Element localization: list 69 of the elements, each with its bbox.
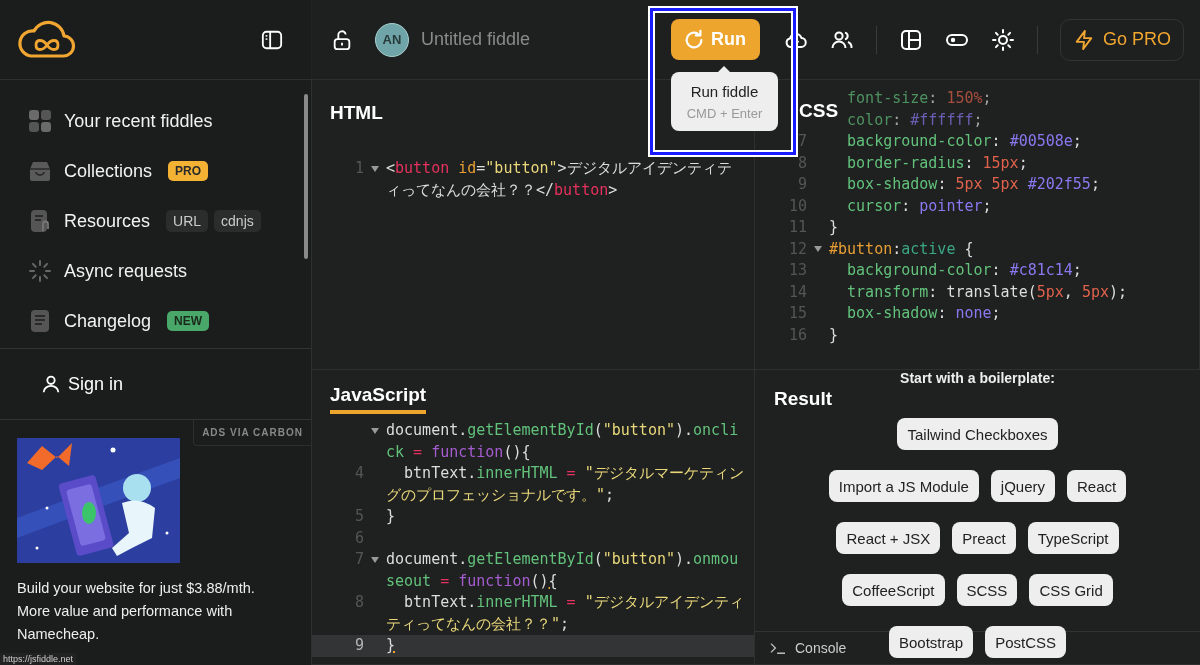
template-button[interactable]: React + JSX xyxy=(836,522,941,554)
code-line: } xyxy=(386,635,396,656)
sidebar-badge: URL xyxy=(166,210,209,232)
code-line: btnText.innerHTML = "デジタルマーケティングのプロフェッショナルです。"; xyxy=(386,463,744,506)
code-line: #button:active { xyxy=(829,238,974,260)
sign-in-button[interactable]: Sign in xyxy=(40,373,124,395)
code-line: color: #ffffff; xyxy=(846,109,983,131)
sidebar-badge: cdnjs xyxy=(214,210,261,232)
template-button[interactable]: Tailwind Checkboxes xyxy=(897,418,1058,450)
code-line: box-shadow: none; xyxy=(846,303,1001,324)
panel-title[interactable]: HTML xyxy=(330,102,383,132)
template-button[interactable]: CSS Grid xyxy=(1029,574,1113,606)
template-button[interactable]: Preact xyxy=(952,522,1016,554)
panel-title[interactable]: CSS xyxy=(799,100,839,130)
code-line: <button id="button">デジタルアイデンティティってなんの会社？？</button> xyxy=(386,158,733,201)
template-button[interactable]: jQuery xyxy=(990,470,1056,502)
fold-icon[interactable] xyxy=(814,246,822,252)
code-line: } xyxy=(386,506,396,527)
code-line: font-size: 150%; xyxy=(846,88,992,109)
code-line: border-radius: 15px; xyxy=(846,152,1028,174)
fiddle-title-field[interactable]: Untitled fiddle xyxy=(418,28,649,51)
template-button[interactable]: Bootstrap xyxy=(888,626,974,658)
document-clip-icon xyxy=(28,209,52,233)
ads-label[interactable]: ADS VIA CARBON xyxy=(193,420,311,446)
console-button[interactable]: Console xyxy=(769,640,847,656)
sidebar-link[interactable]: Changelog xyxy=(64,310,152,332)
code-line: transform: translate(5px, 5px); xyxy=(846,281,1128,303)
code-line: cursor: pointer; xyxy=(846,195,992,217)
code-line: background-color: #c81c14; xyxy=(846,260,1082,281)
cloud-logo-icon[interactable] xyxy=(17,19,77,60)
code-line: } xyxy=(829,324,839,346)
sidebar-link[interactable]: Async requests xyxy=(64,260,188,282)
spinner-icon xyxy=(28,259,52,283)
grid-icon xyxy=(28,109,52,133)
tray-icon xyxy=(28,159,52,183)
keyboard-shortcut: CMD + Enter xyxy=(686,105,763,121)
template-button[interactable]: SCSS xyxy=(956,574,1018,606)
sidebar-link[interactable]: Resources xyxy=(64,210,151,232)
code-line: } xyxy=(829,217,839,238)
sidebar-toggle-icon[interactable] xyxy=(260,28,283,51)
line-number: 9 xyxy=(353,635,364,656)
person-icon xyxy=(40,373,62,395)
fold-icon[interactable] xyxy=(371,427,379,434)
boilerplate-heading: Start with a boilerplate: xyxy=(900,370,1055,386)
template-button[interactable]: CoffeeScript xyxy=(842,574,945,606)
template-button[interactable]: TypeScript xyxy=(1027,522,1119,554)
fold-icon[interactable] xyxy=(371,556,379,563)
layout-icon[interactable] xyxy=(898,27,923,52)
code-line: background-color: #00508e; xyxy=(846,131,1082,152)
status-url: https://jsfiddle.net xyxy=(0,653,77,665)
template-button[interactable]: Import a JS Module xyxy=(828,470,979,502)
template-button[interactable]: PostCSS xyxy=(985,626,1067,658)
sidebar-badge: PRO xyxy=(168,161,209,181)
code-line: box-shadow: 5px 5px #202f55; xyxy=(846,174,1100,195)
go-pro-button[interactable]: Go PRO xyxy=(1059,18,1184,61)
terminal-icon xyxy=(769,641,787,655)
fold-icon[interactable] xyxy=(371,165,379,172)
sidebar-badge: NEW xyxy=(167,311,210,331)
user-avatar[interactable]: AN xyxy=(374,22,409,57)
sun-icon[interactable] xyxy=(990,27,1015,52)
ad-text[interactable]: Build your website for just $3.88/mth. More value and performance with Namecheap. xyxy=(17,577,279,646)
sidebar-link[interactable]: Your recent fiddles xyxy=(64,110,213,132)
panel-title: Result xyxy=(774,388,833,411)
sidebar-link[interactable]: Collections xyxy=(64,160,153,182)
code-line: btnText.innerHTML = "デジタルアイデンティティってなんの会社？？"; xyxy=(386,592,744,635)
panel-title[interactable]: JavaScript xyxy=(330,384,427,414)
tooltip-title: Run fiddle xyxy=(690,82,759,100)
document-icon xyxy=(28,309,52,333)
template-button[interactable]: React xyxy=(1067,470,1127,502)
